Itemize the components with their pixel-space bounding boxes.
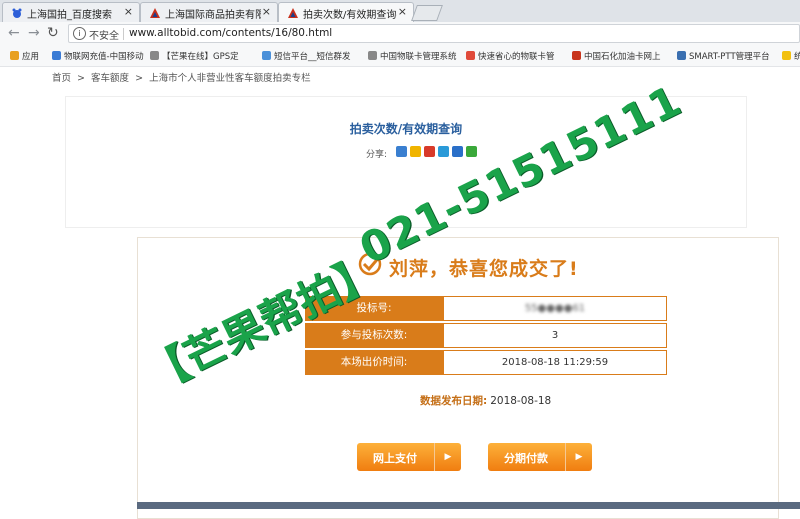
url-text[interactable]: www.alltobid.com/contents/16/80.html [129, 27, 332, 39]
bookmark-label: 中国物联卡管理系统 [380, 52, 457, 62]
publish-date-label: 数据发布日期: [420, 395, 488, 407]
bookmark-label: 统 [794, 52, 800, 62]
bookmark-item[interactable]: 中国物联卡管理系统 [368, 50, 457, 62]
share-weibo-icon[interactable] [424, 146, 435, 157]
publish-date: 数据发布日期: 2018-08-18 [420, 393, 551, 408]
baidu-icon [12, 8, 22, 18]
back-arrow-icon[interactable]: ← [8, 25, 20, 41]
pay-installment-label: 分期付款 [504, 452, 548, 465]
bid-count-label: 参与投标次数: [305, 323, 443, 348]
bookmark-label: 短信平台__短信群发 [274, 52, 351, 62]
tab-close-icon[interactable]: × [262, 5, 271, 18]
bookmark-label: 中国石化加油卡网上 [584, 52, 661, 62]
address-bar[interactable]: i 不安全 www.alltobid.com/contents/16/80.ht… [68, 24, 800, 43]
browser-toolbar: ← → ↻ i 不安全 www.alltobid.com/contents/16… [0, 22, 800, 47]
bookmark-item[interactable]: 快速省心的物联卡管 [466, 50, 555, 62]
alltobid-icon [150, 8, 160, 18]
share-qzone-icon[interactable] [410, 146, 421, 157]
smart-icon [677, 51, 686, 60]
bookmarks-bar: 应用 物联网充值-中国移动 【芒果在线】GPS定 短信平台__短信群发 中国物联卡管理系… [0, 46, 800, 67]
info-icon[interactable]: i [73, 27, 86, 40]
page-footer-strip [137, 502, 800, 509]
tab-title: 上海国际商品拍卖有限公 [165, 10, 261, 21]
bookmark-label: 应用 [22, 52, 40, 62]
tab-close-icon[interactable]: × [124, 5, 133, 18]
bookmark-label: 快速省心的物联卡管 [478, 52, 555, 62]
bid-number-value: 55●●●●61 [443, 296, 667, 321]
bookmark-item[interactable]: SMART-PTT管理平台 [677, 50, 770, 62]
publish-date-value: 2018-08-18 [490, 395, 552, 407]
share-tencent-icon[interactable] [438, 146, 449, 157]
breadcrumb-separator: > [135, 73, 144, 84]
alltobid-icon [288, 8, 298, 18]
bookmark-label: 【芒果在线】GPS定 [162, 52, 239, 62]
pay-installment-button[interactable]: 分期付款 ▶ [488, 443, 592, 471]
tab-auction-query[interactable]: 拍卖次数/有效期查询-上 × [278, 2, 414, 22]
bookmark-item[interactable]: 统 [782, 50, 800, 62]
share-more-icon[interactable] [396, 146, 407, 157]
chrome-icon [466, 51, 475, 60]
breadcrumb-current[interactable]: 上海市个人非营业性客车额度拍卖专栏 [149, 73, 311, 84]
bookmark-item[interactable]: 物联网充值-中国移动 [52, 50, 144, 62]
bookmark-label: SMART-PTT管理平台 [689, 52, 770, 62]
bookmark-item[interactable]: 【芒果在线】GPS定 [150, 50, 239, 62]
bookmark-item[interactable]: 中国石化加油卡网上 [572, 50, 661, 62]
security-label[interactable]: 不安全 [89, 27, 119, 42]
divider [123, 28, 124, 40]
tab-title: 拍卖次数/有效期查询-上 [303, 10, 397, 21]
forward-arrow-icon[interactable]: → [28, 25, 40, 41]
page-icon [368, 51, 377, 60]
bid-count-value: 3 [443, 323, 667, 348]
tab-title: 上海国拍_百度搜索 [27, 10, 112, 21]
tab-strip: 上海国拍_百度搜索 × 上海国际商品拍卖有限公 × 拍卖次数/有效期查询-上 × [0, 0, 800, 22]
tab-close-icon[interactable]: × [398, 5, 407, 18]
tab-auction-company[interactable]: 上海国际商品拍卖有限公 × [140, 2, 278, 22]
breadcrumb-quota[interactable]: 客车额度 [91, 73, 129, 84]
reload-icon[interactable]: ↻ [47, 25, 59, 41]
triangle-right-icon: ▶ [565, 443, 592, 471]
sinopec-icon [572, 51, 581, 60]
triangle-right-icon: ▶ [434, 443, 461, 471]
page-icon [150, 51, 159, 60]
breadcrumb-separator: > [77, 73, 86, 84]
share-label: 分享: [366, 150, 388, 160]
yellow-icon [782, 51, 791, 60]
bookmark-item[interactable]: 短信平台__短信群发 [262, 50, 351, 62]
share-wechat-icon[interactable] [466, 146, 477, 157]
apps-icon [10, 51, 19, 60]
new-tab-button[interactable] [411, 5, 443, 21]
bookmark-item[interactable]: 应用 [10, 50, 39, 62]
pay-online-label: 网上支付 [373, 452, 417, 465]
sms-icon [262, 51, 271, 60]
bid-time-value: 2018-08-18 11:29:59 [443, 350, 667, 375]
tab-baidu-search[interactable]: 上海国拍_百度搜索 × [2, 2, 140, 22]
share-renren-icon[interactable] [452, 146, 463, 157]
pay-online-button[interactable]: 网上支付 ▶ [357, 443, 461, 471]
breadcrumb: 首页 > 客车额度 > 上海市个人非营业性客车额度拍卖专栏 [52, 70, 314, 84]
bid-time-label: 本场出价时间: [305, 350, 443, 375]
bookmark-label: 物联网充值-中国移动 [64, 52, 144, 62]
globe-icon [52, 51, 61, 60]
congrats-message: 刘萍，恭喜您成交了! [389, 258, 579, 280]
breadcrumb-home[interactable]: 首页 [52, 73, 71, 84]
